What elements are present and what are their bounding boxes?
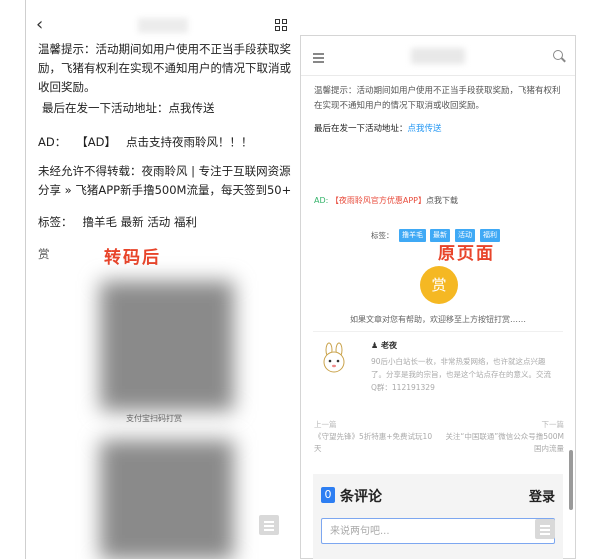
- grid-icon[interactable]: [275, 19, 287, 31]
- prev-label: 上一篇: [314, 420, 337, 429]
- author-name-text: 老夜: [380, 341, 397, 350]
- comments-title: 条评论: [340, 489, 382, 505]
- menu-fab-icon[interactable]: [259, 515, 279, 535]
- last-activity-line: 最后在发一下活动地址：点我传送: [42, 99, 296, 118]
- author-name: ♟ 老夜: [371, 341, 397, 350]
- login-button[interactable]: 登录: [529, 486, 555, 505]
- search-icon[interactable]: [553, 50, 563, 60]
- repost-notice: 未经允许不得转载：夜雨聆风 | 专注于互联网资源分享 » 飞猪APP新手撸500…: [38, 164, 292, 197]
- ad-prefix: AD：: [38, 135, 67, 149]
- prev-post[interactable]: 上一篇 《守望先锋》5折特惠+免费试玩10天: [314, 419, 439, 455]
- ad-line: AD: 【夜雨聆风官方优惠APP】点我下载: [314, 195, 458, 206]
- tags-line: 标签： 撸羊毛 最新 活动 福利: [38, 213, 292, 232]
- header-bar: [301, 36, 575, 76]
- annotation-transcoded: 转码后: [104, 248, 161, 268]
- original-page: 温馨提示：活动期间如用户使用不正当手段获取奖励，飞猪有权利在实现不通知用户的情况…: [300, 35, 576, 559]
- hamburger-icon[interactable]: [313, 53, 324, 63]
- tags-label: 标签：: [371, 231, 394, 240]
- ad-tag: 【AD】: [76, 135, 116, 149]
- prev-title[interactable]: 《守望先锋》5折特惠+免费试玩10天: [314, 431, 439, 455]
- menu-fab-icon[interactable]: [535, 519, 555, 539]
- notice-text: 温馨提示：活动期间如用户使用不正当手段获取奖励，飞猪有权利在实现不通知用户的情况…: [314, 86, 561, 111]
- comment-input-box[interactable]: [321, 518, 555, 544]
- last-activity-label: 最后在发一下活动地址：: [42, 101, 169, 115]
- comments-section: 0 条评论 登录: [313, 474, 563, 559]
- comment-count-badge: 0: [321, 487, 335, 503]
- tag-link[interactable]: 活动: [147, 215, 170, 229]
- avatar: [323, 342, 345, 373]
- last-activity-label: 最后在发一下活动地址：: [314, 124, 408, 134]
- transcoded-page: ‹ 温馨提示：活动期间如用户使用不正当手段获取奖励，飞猪有权利在实现不通知用户的…: [25, 0, 297, 559]
- reward-hint: 如果文章对您有帮助，欢迎移至上方按钮打赏……: [350, 315, 526, 324]
- top-bar: ‹: [26, 14, 298, 38]
- qr-image-blurred: [100, 281, 234, 411]
- ad-line: AD： 【AD】 点击支持夜雨聆风！！！: [38, 133, 292, 152]
- tag-link[interactable]: 福利: [174, 215, 197, 229]
- blurred-logo: [411, 48, 465, 64]
- ad-download-link[interactable]: 点我下载: [426, 196, 458, 205]
- tags-label: 标签：: [38, 215, 73, 229]
- tag-pill[interactable]: 撸羊毛: [399, 229, 426, 242]
- next-label: 下一篇: [541, 420, 565, 429]
- ad-link[interactable]: 点击支持夜雨聆风！！！: [126, 135, 253, 149]
- tag-link[interactable]: 撸羊毛: [83, 215, 118, 229]
- reward-button[interactable]: 赏: [420, 266, 458, 304]
- last-activity-line: 最后在发一下活动地址：点我传送: [314, 122, 568, 137]
- comment-input[interactable]: [322, 519, 522, 544]
- reward-label: 赏: [38, 247, 50, 261]
- author-bio: 90后小白站长一枚，非常热爱网络，也许就这点兴趣了。分享是我的宗旨，也是这个站点…: [371, 357, 551, 392]
- ad-link[interactable]: 【夜雨聆风官方优惠APP】: [331, 196, 426, 205]
- annotation-original: 原页面: [438, 244, 495, 264]
- ad-prefix: AD:: [314, 196, 329, 205]
- qr-image-blurred: [100, 440, 234, 559]
- qr-caption: 支付宝扫码打赏: [126, 414, 182, 423]
- scrollbar[interactable]: [569, 450, 573, 510]
- notice-text: 温馨提示：活动期间如用户使用不正当手段获取奖励，飞猪有权利在实现不通知用户的情况…: [38, 42, 291, 94]
- tag-link[interactable]: 最新: [121, 215, 144, 229]
- back-icon[interactable]: ‹: [36, 14, 43, 36]
- last-activity-link[interactable]: 点我传送: [408, 124, 442, 134]
- blurred-title: [138, 18, 188, 33]
- next-post[interactable]: 下一篇 关注“中国联通”微信公众号撸500M国内流量: [439, 419, 564, 455]
- next-title[interactable]: 关注“中国联通”微信公众号撸500M国内流量: [439, 431, 564, 455]
- last-activity-link[interactable]: 点我传送: [169, 101, 215, 115]
- author-card: ♟ 老夜 90后小白站长一枚，非常热爱网络，也许就这点兴趣了。分享是我的宗旨，也…: [313, 331, 563, 401]
